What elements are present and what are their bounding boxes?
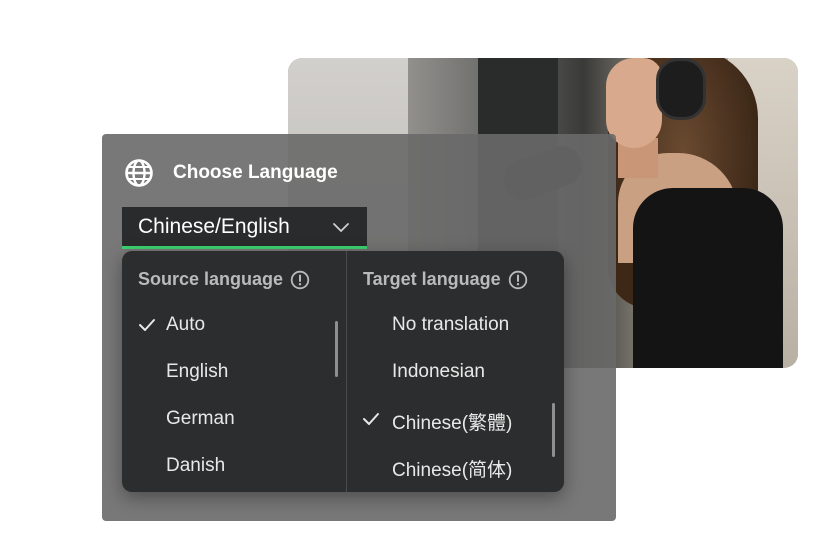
headphone-icon xyxy=(656,58,706,120)
language-pair-value: Chinese/English xyxy=(138,214,290,238)
target-option-chinese-simplified[interactable]: Chinese(简体) xyxy=(392,455,512,482)
target-scrollbar[interactable] xyxy=(552,403,555,457)
checkmark-icon xyxy=(139,319,155,331)
language-panel: Choose Language Chinese/English Source l… xyxy=(102,134,616,521)
source-language-column: Source language Auto English German Dani… xyxy=(122,251,346,492)
source-option-german[interactable]: German xyxy=(166,408,235,430)
language-pair-select[interactable]: Chinese/English xyxy=(122,207,367,249)
source-option-auto[interactable]: Auto xyxy=(166,314,205,336)
panel-header: Choose Language xyxy=(124,158,338,188)
info-icon[interactable] xyxy=(290,270,310,290)
target-option-chinese-traditional[interactable]: Chinese(繁體) xyxy=(392,408,512,435)
source-language-heading: Source language xyxy=(138,269,310,290)
info-icon[interactable] xyxy=(508,270,528,290)
globe-icon xyxy=(125,159,153,187)
target-language-column: Target language No translation Indonesia… xyxy=(347,251,564,492)
target-option-indonesian[interactable]: Indonesian xyxy=(392,361,485,383)
panel-title: Choose Language xyxy=(173,162,338,183)
language-dropdown: Source language Auto English German Dani… xyxy=(122,251,564,492)
target-language-heading: Target language xyxy=(363,269,528,290)
source-option-danish[interactable]: Danish xyxy=(166,455,225,477)
source-scrollbar[interactable] xyxy=(335,321,338,377)
source-option-english[interactable]: English xyxy=(166,361,228,383)
source-language-heading-text: Source language xyxy=(138,269,284,289)
target-option-no-translation[interactable]: No translation xyxy=(392,314,509,336)
target-language-heading-text: Target language xyxy=(363,269,501,289)
checkmark-icon xyxy=(363,413,379,425)
chevron-down-icon[interactable] xyxy=(331,219,351,235)
photo-top xyxy=(633,188,783,368)
